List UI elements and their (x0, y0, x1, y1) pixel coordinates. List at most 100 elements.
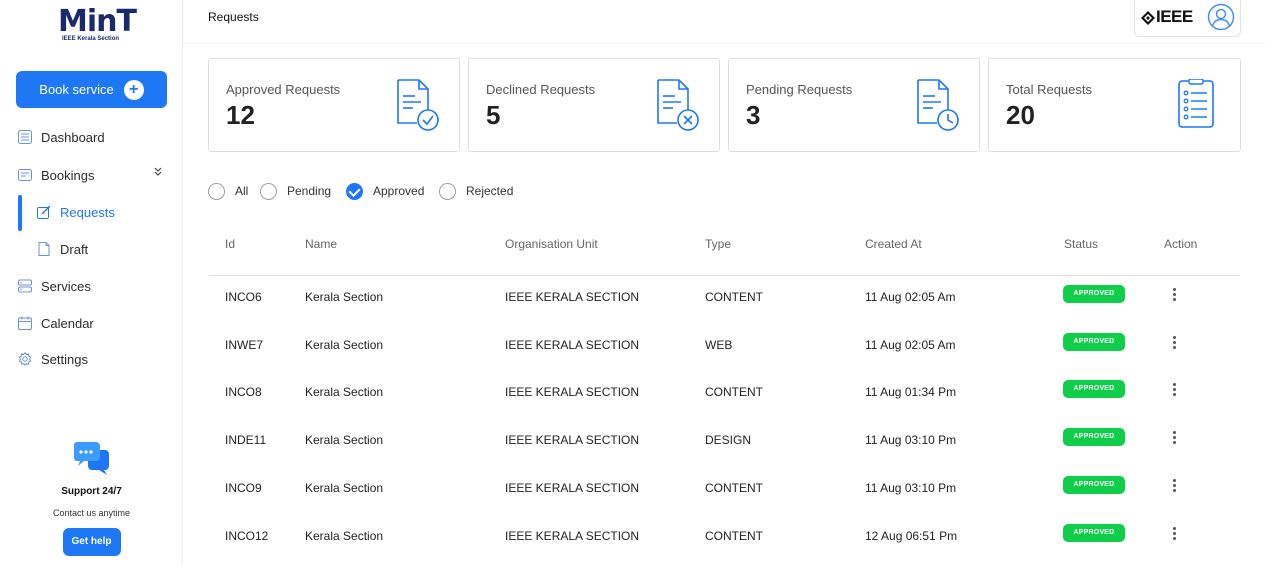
sidebar-item-label: Bookings (41, 167, 95, 183)
top-header: Requests IEEE (183, 0, 1265, 42)
cell-created-at: 11 Aug 03:10 Pm (865, 481, 957, 495)
status-badge: APPROVED (1063, 333, 1125, 351)
column-header-name[interactable]: Name (305, 237, 337, 251)
book-service-label: Book service (39, 82, 114, 97)
column-header-action: Action (1164, 237, 1198, 251)
active-indicator (18, 195, 22, 231)
radio-unchecked-icon[interactable] (208, 182, 225, 200)
doc-check-icon (395, 79, 441, 131)
doc-x-icon (655, 79, 701, 131)
table-row[interactable]: INCO12 Kerala Section IEEE KERALA SECTIO… (0, 524, 1265, 565)
radio-checked-icon[interactable] (346, 182, 363, 200)
stat-card-approved[interactable]: Approved Requests 12 (208, 58, 460, 152)
cell-name: Kerala Section (305, 433, 384, 447)
bookings-icon (17, 167, 33, 183)
ieee-logo-text: IEEE (1156, 7, 1193, 26)
more-options-icon[interactable] (1169, 381, 1179, 401)
cell-org-unit: IEEE KERALA SECTION (505, 385, 640, 399)
filter-approved[interactable]: Approved (346, 181, 424, 201)
cell-org-unit: IEEE KERALA SECTION (505, 433, 640, 447)
plus-icon: + (123, 79, 144, 100)
column-header-id[interactable]: Id (225, 237, 235, 251)
cell-type: CONTENT (705, 385, 763, 399)
more-options-icon[interactable] (1169, 429, 1179, 449)
more-options-icon[interactable] (1169, 286, 1179, 306)
sidebar-item-dashboard[interactable]: Dashboard (17, 126, 105, 148)
stat-value: 20 (1006, 100, 1035, 130)
cell-id: INCO8 (225, 385, 262, 399)
table-row[interactable]: INDE11 Kerala Section IEEE KERALA SECTIO… (0, 428, 1265, 481)
stat-label: Declined Requests (486, 82, 596, 97)
stat-card-total[interactable]: Total Requests 20 (988, 58, 1241, 152)
column-header-created-at[interactable]: Created At (865, 237, 922, 251)
status-badge: APPROVED (1063, 476, 1125, 494)
doc-clock-icon (915, 79, 961, 131)
chevron-double-down-icon[interactable] (153, 167, 163, 180)
radio-unchecked-icon[interactable] (439, 182, 456, 200)
more-options-icon[interactable] (1169, 525, 1179, 545)
org-profile-box[interactable]: IEEE (1134, 0, 1241, 37)
status-badge: APPROVED (1063, 524, 1125, 542)
stat-card-pending[interactable]: Pending Requests 3 (728, 58, 980, 152)
cell-org-unit: IEEE KERALA SECTION (505, 338, 640, 352)
filter-pending[interactable]: Pending (260, 181, 331, 201)
cell-org-unit: IEEE KERALA SECTION (505, 290, 640, 304)
table-row[interactable]: INCO9 Kerala Section IEEE KERALA SECTION… (0, 476, 1265, 529)
column-header-type[interactable]: Type (705, 237, 731, 251)
book-service-button[interactable]: Book service + (16, 71, 167, 108)
ieee-diamond-icon (1141, 11, 1155, 25)
cell-id: INWE7 (225, 338, 264, 352)
table-row[interactable]: INCO8 Kerala Section IEEE KERALA SECTION… (0, 380, 1265, 433)
cell-name: Kerala Section (305, 290, 384, 304)
edit-icon (36, 204, 52, 220)
cell-id: INCO9 (225, 481, 262, 495)
cell-type: CONTENT (705, 481, 763, 495)
filter-rejected[interactable]: Rejected (439, 181, 513, 201)
stat-label: Total Requests (1006, 82, 1092, 97)
filter-all[interactable]: All (208, 181, 248, 201)
user-avatar-icon[interactable] (1207, 3, 1235, 31)
sidebar-item-label: Requests (60, 204, 115, 220)
more-options-icon[interactable] (1169, 477, 1179, 497)
cell-created-at: 11 Aug 02:05 Am (865, 290, 956, 304)
cell-name: Kerala Section (305, 385, 384, 399)
cell-type: DESIGN (705, 433, 752, 447)
status-badge: APPROVED (1063, 285, 1125, 303)
page-title: Requests (208, 10, 259, 24)
cell-name: Kerala Section (305, 338, 384, 352)
stat-card-declined[interactable]: Declined Requests 5 (468, 58, 720, 152)
cell-id: INCO6 (225, 290, 262, 304)
logo-text: MinT (58, 4, 137, 39)
column-header-org-unit[interactable]: Organisation Unit (505, 237, 598, 251)
stat-value: 5 (486, 100, 501, 130)
cell-org-unit: IEEE KERALA SECTION (505, 481, 640, 495)
list-icon (1175, 78, 1221, 131)
document-icon (36, 241, 52, 257)
sidebar-item-requests[interactable]: Requests (36, 201, 115, 223)
mint-logo[interactable]: MinT IEEE Kerala Section (58, 4, 137, 44)
table-row[interactable]: INCO6 Kerala Section IEEE KERALA SECTION… (0, 285, 1265, 338)
radio-unchecked-icon[interactable] (260, 182, 277, 200)
table-divider (209, 275, 1240, 276)
cell-name: Kerala Section (305, 481, 384, 495)
cell-name: Kerala Section (305, 529, 384, 543)
status-badge: APPROVED (1063, 428, 1125, 446)
sidebar-item-draft[interactable]: Draft (36, 238, 88, 260)
cell-org-unit: IEEE KERALA SECTION (505, 529, 640, 543)
dashboard-icon (17, 129, 33, 145)
filter-label: Pending (287, 184, 332, 198)
cell-id: INDE11 (225, 433, 267, 447)
more-options-icon[interactable] (1169, 334, 1179, 354)
table-row[interactable]: INWE7 Kerala Section IEEE KERALA SECTION… (0, 333, 1265, 386)
filter-label: Approved (373, 184, 425, 198)
logo-subtitle: IEEE Kerala Section (62, 36, 120, 42)
sidebar-item-label: Dashboard (41, 129, 105, 145)
cell-type: CONTENT (705, 529, 763, 543)
sidebar-item-bookings[interactable]: Bookings (17, 164, 94, 186)
stat-label: Approved Requests (226, 82, 341, 97)
app-root: MinT IEEE Kerala Section Book service + … (0, 0, 1265, 565)
stat-value: 12 (226, 100, 255, 130)
filter-label: All (235, 184, 249, 198)
column-header-status[interactable]: Status (1064, 237, 1098, 251)
filter-label: Rejected (466, 184, 514, 198)
